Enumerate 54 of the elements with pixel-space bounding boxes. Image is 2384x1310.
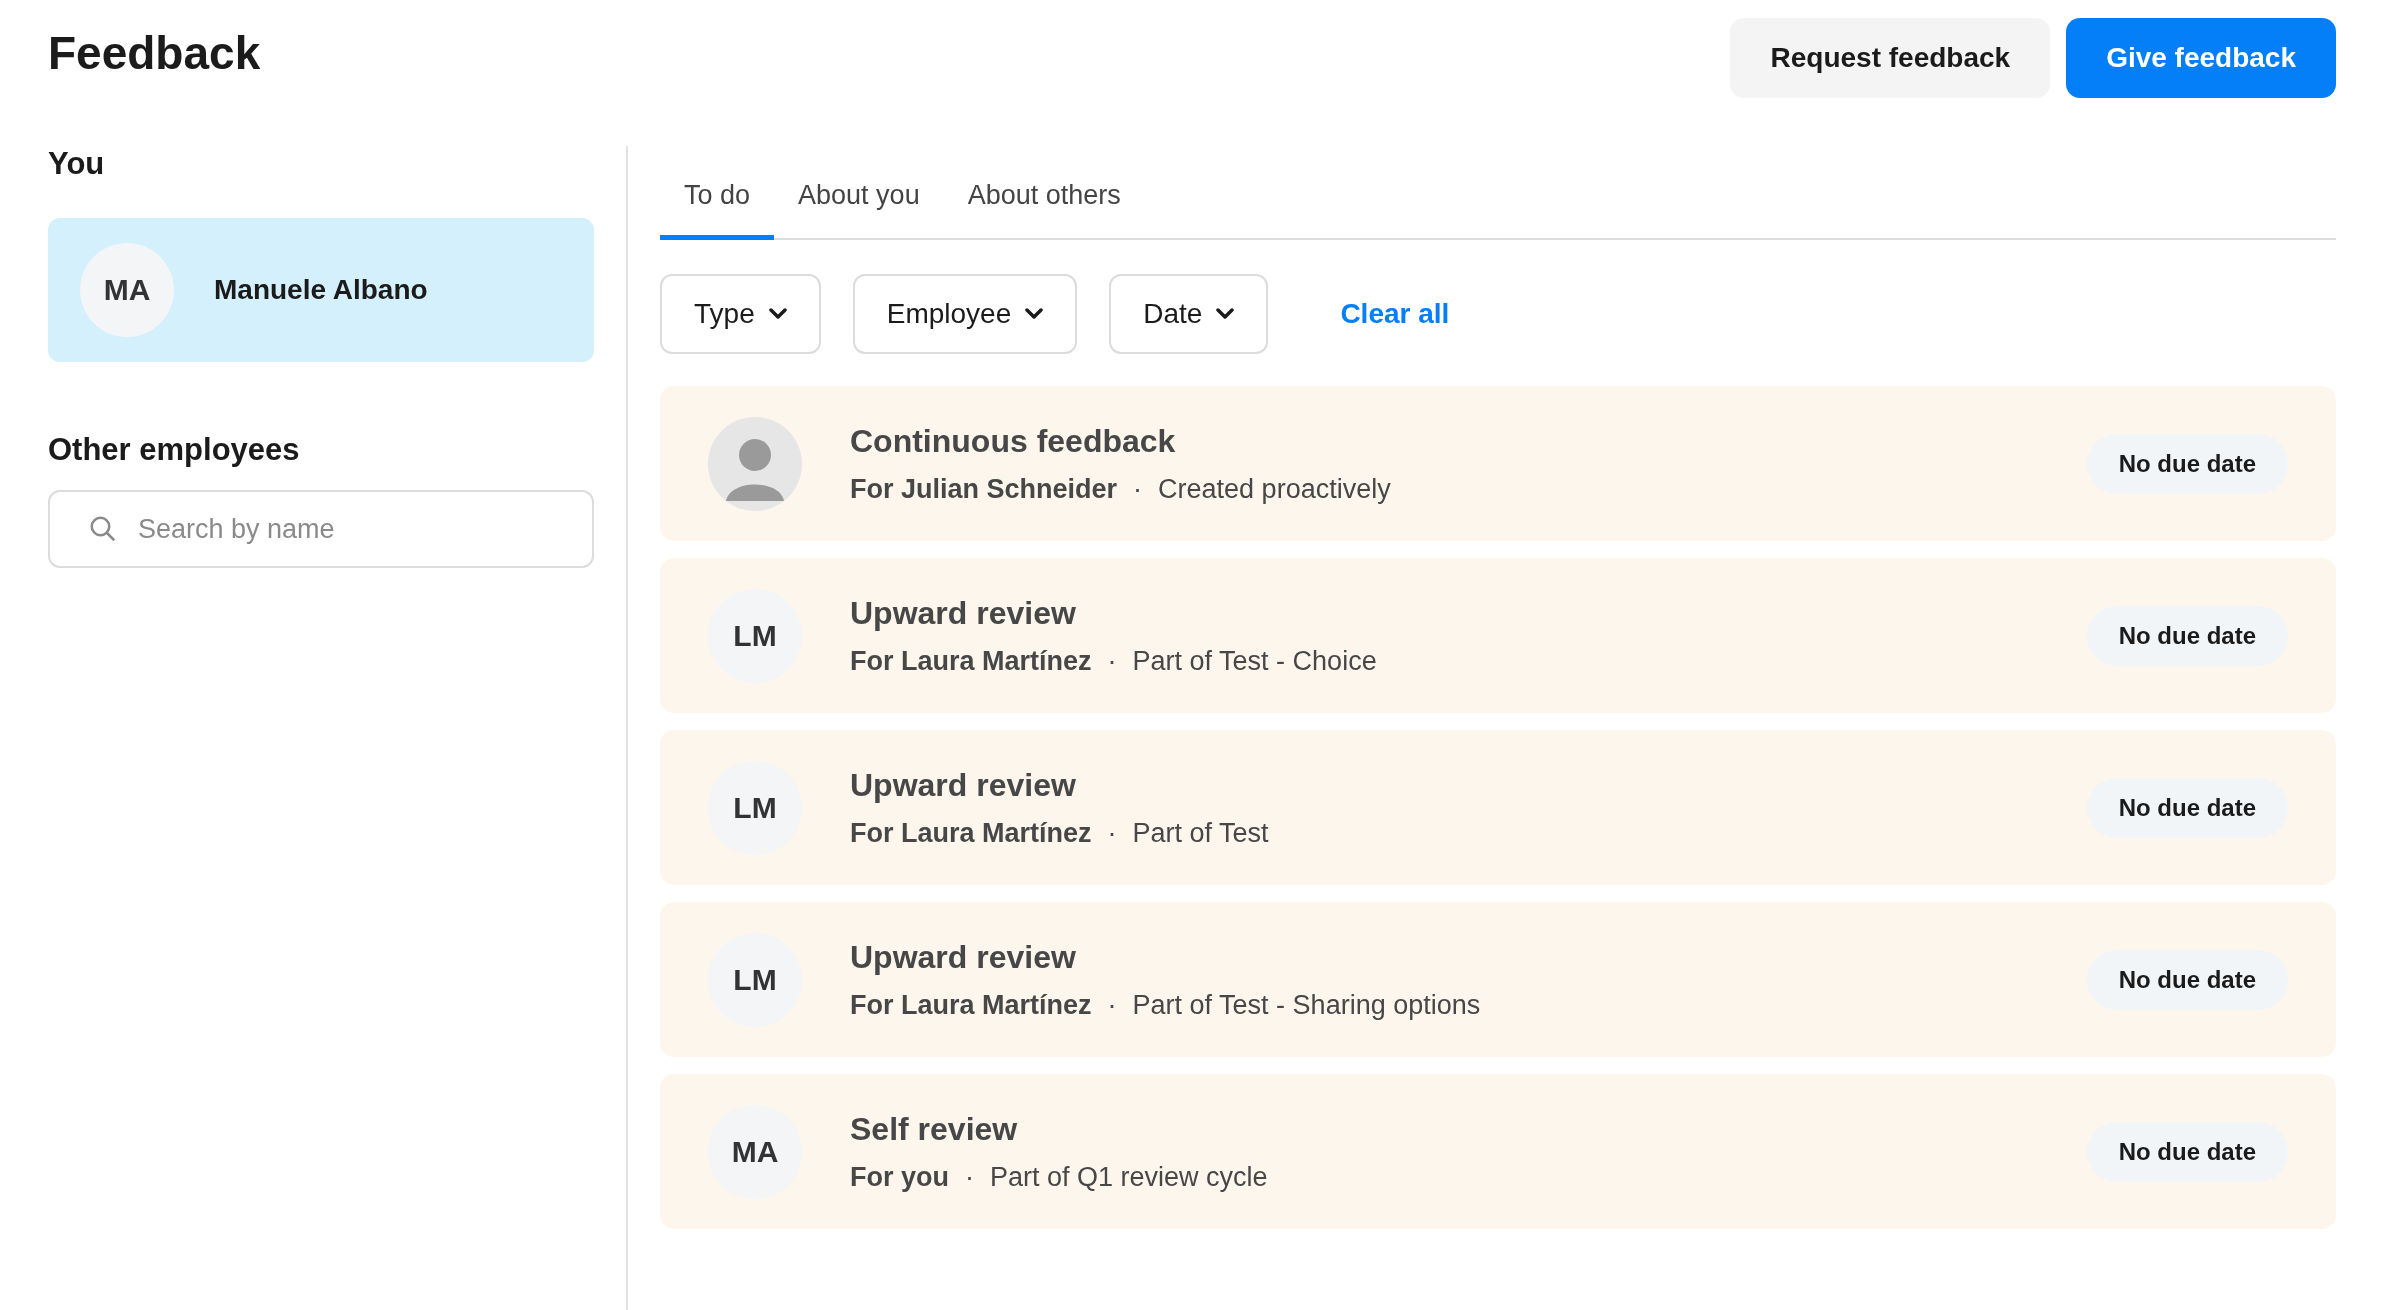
separator-dot: · <box>1107 817 1117 849</box>
avatar-initials: MA <box>708 1104 802 1199</box>
separator-dot: · <box>1107 989 1117 1021</box>
due-date-badge: No due date <box>2086 1121 2288 1182</box>
secondary-button[interactable]: Request feedback <box>1730 18 2051 98</box>
avatar-initials: LM <box>708 760 802 855</box>
filter-dropdown[interactable]: Employee <box>852 274 1078 354</box>
chevron-down-icon <box>1216 308 1235 320</box>
page-title: Feedback <box>48 26 261 80</box>
feedback-card[interactable]: Continuous feedback For Julian Schneider · Created proactively No due date <box>660 386 2336 541</box>
employee-name: Manuele Albano <box>214 274 428 306</box>
avatar-initials: LM <box>708 932 802 1027</box>
feedback-card[interactable]: MA Self review For you · Part of Q1 review cycle No due date <box>660 1074 2336 1229</box>
search-icon <box>88 514 118 544</box>
clear-all-link[interactable]: Clear all <box>1340 298 1450 330</box>
due-date-badge: No due date <box>2086 777 2288 838</box>
section-heading: You <box>48 146 106 182</box>
feedback-card[interactable]: LM Upward review For Laura Martínez · Part of Test No due date <box>660 730 2336 885</box>
recipient-label: For Laura Martínez <box>850 645 1092 677</box>
separator-dot: · <box>1133 473 1143 505</box>
feedback-title: Continuous feedback <box>850 422 1177 460</box>
due-date-badge: No due date <box>2086 949 2288 1010</box>
context-label: Part of Q1 review cycle <box>990 1161 1268 1193</box>
recipient-label: For Laura Martínez <box>850 817 1092 849</box>
feedback-title: Upward review <box>850 938 1077 976</box>
feedback-card[interactable]: LM Upward review For Laura Martínez · Part of Test - Sharing options No due date <box>660 902 2336 1057</box>
separator-dot: · <box>1107 645 1117 677</box>
tab[interactable]: About you <box>774 180 944 240</box>
feedback-title: Upward review <box>850 594 1077 632</box>
feedback-title: Self review <box>850 1110 1019 1148</box>
due-date-badge: No due date <box>2086 433 2288 494</box>
due-date-badge: No due date <box>2086 605 2288 666</box>
filter-dropdown[interactable]: Type <box>660 274 821 354</box>
feedback-card[interactable]: LM Upward review For Laura Martínez · Part of Test - Choice No due date <box>660 558 2336 713</box>
recipient-label: For Laura Martínez <box>850 989 1092 1021</box>
filter-dropdown[interactable]: Date <box>1109 274 1269 354</box>
recipient-label: For Julian Schneider <box>850 473 1118 505</box>
avatar-initials: MA <box>80 243 174 337</box>
recipient-label: For you <box>850 1161 949 1193</box>
employee-card[interactable]: MA Manuele Albano <box>48 218 594 362</box>
tab[interactable]: About others <box>943 180 1145 240</box>
chevron-down-icon <box>1025 308 1044 320</box>
tab[interactable]: To do <box>660 180 775 240</box>
primary-button[interactable]: Give feedback <box>2066 18 2336 98</box>
section-heading: Other employees <box>48 432 301 468</box>
separator-dot: · <box>965 1161 974 1193</box>
chevron-down-icon <box>768 308 787 320</box>
feedback-title: Upward review <box>850 766 1077 804</box>
avatar-initials: LM <box>708 588 802 683</box>
search-field[interactable]: Search by name <box>48 490 594 568</box>
context-label: Part of Test <box>1132 817 1269 849</box>
context-label: Part of Test - Sharing options <box>1132 989 1481 1021</box>
context-label: Part of Test - Choice <box>1132 645 1377 677</box>
context-label: Created proactively <box>1158 473 1391 505</box>
